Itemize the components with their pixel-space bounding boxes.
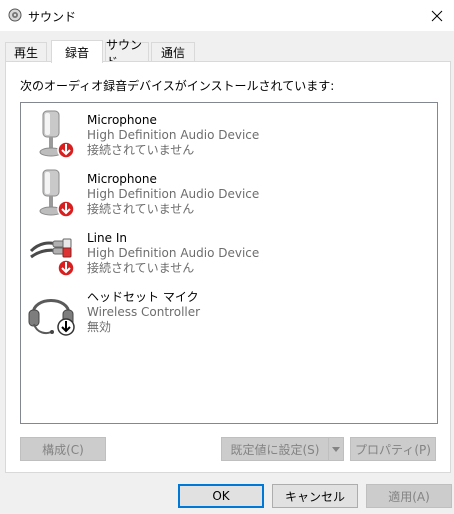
device-status: 接続されていません: [87, 261, 195, 275]
ok-button[interactable]: OK: [178, 484, 264, 508]
window-title: サウンド: [28, 10, 77, 24]
device-name: Microphone: [87, 113, 157, 127]
list-item-device[interactable]: Microphone High Definition Audio Device …: [25, 107, 325, 163]
tab-recording[interactable]: 録音: [51, 40, 103, 63]
close-icon: [431, 10, 443, 21]
set-default-button[interactable]: 既定値に設定(S): [221, 437, 329, 461]
device-status: 接続されていません: [87, 143, 195, 157]
recording-panel: 次のオーディオ録音デバイスがインストールされています: Microphone H…: [5, 61, 451, 473]
device-driver: Wireless Controller: [87, 305, 201, 319]
chevron-down-icon: [332, 446, 340, 452]
list-item-device[interactable]: Microphone High Definition Audio Device …: [25, 166, 325, 222]
close-button[interactable]: [420, 0, 454, 31]
properties-button[interactable]: プロパティ(P): [350, 437, 436, 461]
tab-sounds[interactable]: サウンド: [105, 38, 149, 69]
tab-communications[interactable]: 通信: [151, 42, 195, 62]
set-default-dropdown[interactable]: [328, 437, 344, 461]
device-name: Line In: [87, 231, 127, 245]
device-driver: High Definition Audio Device: [87, 246, 260, 260]
apply-button[interactable]: 適用(A): [366, 484, 452, 508]
microphone-icon: [25, 166, 81, 222]
speaker-icon: [8, 8, 22, 22]
configure-button[interactable]: 構成(C): [20, 437, 106, 461]
tab-playback[interactable]: 再生: [5, 42, 47, 62]
device-driver: High Definition Audio Device: [87, 128, 260, 142]
cancel-button[interactable]: キャンセル: [272, 484, 358, 508]
microphone-icon: [25, 107, 81, 163]
device-status: 無効: [87, 320, 112, 334]
list-item-device[interactable]: Line In High Definition Audio Device 接続さ…: [25, 225, 325, 281]
device-name: Microphone: [87, 172, 157, 186]
title-bar: サウンド: [0, 0, 454, 31]
list-item-device[interactable]: ヘッドセット マイク Wireless Controller 無効: [25, 284, 325, 340]
device-list-heading: 次のオーディオ録音デバイスがインストールされています:: [20, 79, 335, 93]
device-status: 接続されていません: [87, 202, 195, 216]
device-driver: High Definition Audio Device: [87, 187, 260, 201]
line-in-cable-icon: [25, 225, 81, 281]
device-name: ヘッドセット マイク: [87, 290, 199, 304]
headset-icon: [25, 284, 81, 340]
device-list[interactable]: Microphone High Definition Audio Device …: [20, 102, 438, 424]
